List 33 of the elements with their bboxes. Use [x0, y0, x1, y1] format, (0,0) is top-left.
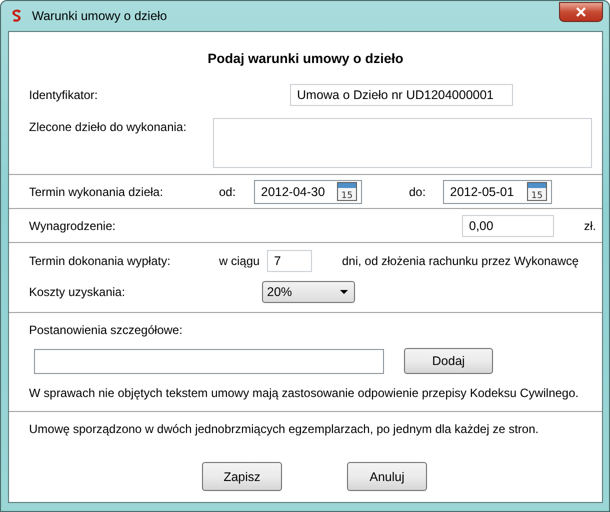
identifier-field[interactable]: Umowa o Dzieło nr UD1204000001	[290, 84, 513, 106]
field-label: Postanowienia szczegółowe:	[29, 323, 184, 337]
work-description-field[interactable]	[213, 118, 592, 168]
currency-label: zł.	[583, 218, 597, 232]
dialog-button[interactable]: Zapisz	[202, 462, 282, 491]
calendar-icon[interactable]: 15	[527, 182, 547, 201]
calendar-icon[interactable]: 15	[337, 182, 357, 201]
field-label: Koszty uzyskania:	[29, 285, 126, 299]
close-icon	[575, 7, 587, 17]
form-heading: Podaj warunki umowy o dzieło	[206, 50, 404, 68]
from-label: od:	[219, 184, 237, 198]
window-title: Warunki umowy o dzieło	[32, 9, 168, 23]
date-picker[interactable]: 2012-05-01 15	[443, 180, 552, 204]
caret-icon	[340, 290, 348, 294]
to-label: do:	[409, 184, 427, 198]
field-label: Identyfikator:	[29, 88, 99, 102]
field-label: Termin wykonania dzieła:	[29, 184, 164, 198]
app-logo-icon	[10, 8, 24, 24]
within-label: w ciągu	[219, 254, 261, 268]
date-picker[interactable]: 2012-04-30 15	[254, 180, 362, 204]
dialog-button[interactable]: Anuluj	[347, 462, 427, 491]
costs-dropdown[interactable]: 20%	[262, 281, 355, 303]
provision-field[interactable]	[34, 348, 384, 374]
salary-field[interactable]: 0,00	[462, 214, 554, 236]
legal-note: W sprawach nie objętych tekstem umowy mają zastosowanie odpowienie przepisy Kodeksu Cywilnego.	[29, 386, 579, 400]
closing-statement: Umowę sporządzono w dwóch jednobrzmiących egzemplarzach, po jednym dla każdej ze stron.	[29, 422, 539, 436]
field-label: Wynagrodzenie:	[29, 218, 117, 232]
close-button[interactable]	[559, 2, 603, 22]
field-label: Termin dokonania wypłaty:	[29, 254, 172, 268]
add-button[interactable]: Dodaj	[404, 348, 493, 374]
days-description: dni, od złożenia rachunku przez Wykonawcę	[342, 254, 580, 268]
field-label: Zlecone dzieło do wykonania:	[29, 120, 188, 134]
days-field[interactable]: 7	[267, 250, 312, 272]
